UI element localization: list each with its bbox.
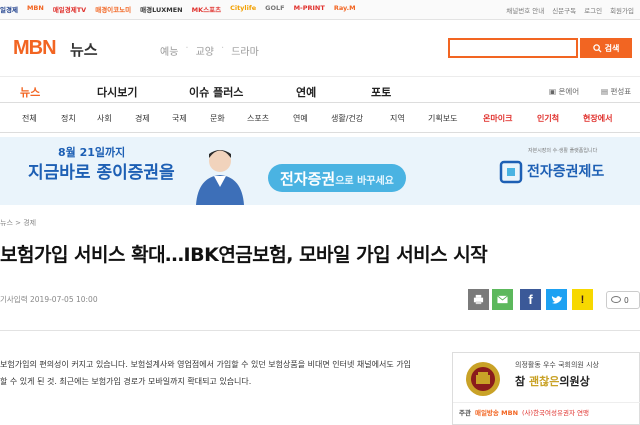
family-site-link[interactable]: 매일경제TV bbox=[53, 4, 86, 14]
subnav-region[interactable]: 지역 bbox=[390, 113, 405, 124]
subnav-all[interactable]: 전체 bbox=[22, 113, 37, 124]
service-entertain[interactable]: 예능 bbox=[160, 43, 178, 58]
nav-entertainment[interactable]: 연예 bbox=[296, 84, 316, 100]
comment-count: 0 bbox=[624, 295, 629, 305]
award-ad[interactable]: 의정활동 우수 국회의원 시상 참 괜찮은의원상 주관 매일방송 MBN (사)… bbox=[452, 352, 640, 425]
ad-host-label: 주관 bbox=[459, 408, 471, 417]
meta-time: 2019-07-05 10:00 bbox=[30, 295, 98, 304]
subscribe-link[interactable]: 신문구독 bbox=[552, 5, 576, 15]
facebook-share-button[interactable]: f bbox=[520, 289, 541, 310]
divider bbox=[0, 330, 640, 331]
subnav-on-mic[interactable]: 온마이크 bbox=[483, 113, 512, 124]
subnav-sports[interactable]: 스포츠 bbox=[247, 113, 269, 124]
schedule-link[interactable]: ▤ 편성표 bbox=[601, 86, 631, 97]
banner-pill-sub: 으로 바꾸세요 bbox=[335, 176, 394, 187]
article-meta: 기사입력 2019-07-05 10:00 bbox=[0, 294, 98, 305]
subnav-world[interactable]: 국제 bbox=[172, 113, 187, 124]
mail-icon bbox=[497, 295, 508, 304]
ad-title: 참 괜찮은의원상 bbox=[515, 373, 590, 389]
news-logo-label[interactable]: 뉴스 bbox=[70, 39, 98, 60]
family-site-link[interactable]: GOLF bbox=[265, 4, 284, 14]
banner-headline: 지금바로 종이증권을 bbox=[28, 163, 175, 183]
signup-link[interactable]: 회원가입 bbox=[610, 5, 634, 15]
family-site-link[interactable]: 일경제 bbox=[0, 4, 18, 14]
kakao-icon: ! bbox=[580, 293, 585, 306]
meta-label: 기사입력 bbox=[0, 295, 28, 304]
search-input[interactable] bbox=[448, 38, 578, 58]
family-site-link[interactable]: 매경이코노미 bbox=[95, 4, 131, 14]
family-sites: 일경제 MBN 매일경제TV 매경이코노미 매경LUXMEN MK스포츠 Citylife G… bbox=[0, 4, 356, 14]
search-icon bbox=[592, 43, 602, 53]
search-button[interactable]: 검색 bbox=[580, 38, 632, 58]
banner-logo-text: 전자증권제도 bbox=[527, 164, 605, 180]
esecurities-logo-icon bbox=[499, 160, 523, 184]
subnav-life-health[interactable]: 생활/건강 bbox=[331, 113, 363, 124]
ad-banner[interactable]: 8월 21일까지 지금바로 종이증권을 전자증권으로 바꾸세요 자본시장의 수·… bbox=[0, 137, 640, 205]
family-site-link[interactable]: Ray.M bbox=[334, 4, 356, 14]
login-link[interactable]: 로그인 bbox=[584, 5, 602, 15]
family-site-link[interactable]: 매경LUXMEN bbox=[140, 4, 183, 14]
comment-icon bbox=[611, 296, 621, 303]
nav-replay[interactable]: 다시보기 bbox=[97, 84, 137, 100]
tv-icon: ▣ bbox=[549, 87, 557, 96]
subnav-popular[interactable]: 인기척 bbox=[537, 113, 559, 124]
article-body: 보험가입의 편의성이 커지고 있습니다. 보험설계사와 영업점에서 가입할 수 … bbox=[0, 360, 411, 386]
subnav-culture[interactable]: 문화 bbox=[210, 113, 225, 124]
family-site-link[interactable]: M-PRINT bbox=[294, 4, 325, 14]
search-button-label: 검색 bbox=[604, 43, 620, 53]
comment-button[interactable]: 0 bbox=[606, 291, 640, 309]
banner-person-image bbox=[196, 150, 244, 205]
family-site-link[interactable]: MK스포츠 bbox=[192, 4, 221, 14]
ad-title-suffix: 의원상 bbox=[559, 375, 590, 388]
subnav-entertainment[interactable]: 연예 bbox=[293, 113, 308, 124]
ad-host-league: (사)한국여성유권자 연맹 bbox=[522, 408, 589, 417]
article-headline: 보험가입 서비스 확대…IBK연금보험, 모바일 가입 서비스 시작 bbox=[0, 244, 488, 266]
sub-nav: 전체 정치 사회 경제 국제 문화 스포츠 연예 생활/건강 지역 기획보도 온… bbox=[0, 103, 640, 133]
facebook-icon: f bbox=[528, 292, 533, 307]
kakaostory-share-button[interactable]: ! bbox=[572, 289, 593, 310]
main-nav: 뉴스 다시보기 이슈 플러스 연예 포토 ▣ 온에어 ▤ 편성표 bbox=[0, 76, 640, 103]
nav-issue-plus[interactable]: 이슈 플러스 bbox=[189, 84, 243, 100]
channel-info-link[interactable]: 채널번호 안내 bbox=[506, 5, 544, 15]
separator-dot: · bbox=[221, 43, 225, 54]
mbn-logo[interactable]: MBN bbox=[13, 37, 57, 60]
ad-hosts: 주관 매일방송 MBN (사)한국여성유권자 연맹 bbox=[453, 402, 640, 420]
email-share-button[interactable] bbox=[492, 289, 513, 310]
subnav-politics[interactable]: 정치 bbox=[61, 113, 76, 124]
onair-label: 온에어 bbox=[558, 87, 580, 96]
ad-host-mbn: 매일방송 MBN bbox=[474, 408, 519, 417]
subnav-economy[interactable]: 경제 bbox=[135, 113, 150, 124]
twitter-icon bbox=[551, 295, 562, 304]
breadcrumb[interactable]: 뉴스 > 경제 bbox=[0, 218, 36, 228]
nav-photo[interactable]: 포토 bbox=[371, 84, 391, 100]
family-site-link[interactable]: MBN bbox=[27, 4, 44, 14]
ad-title-mid: 괜찮은 bbox=[528, 375, 560, 388]
ad-title-prefix: 참 bbox=[515, 375, 526, 388]
print-button[interactable] bbox=[468, 289, 489, 310]
separator-dot: · bbox=[185, 43, 189, 54]
banner-pill: 전자증권으로 바꾸세요 bbox=[268, 164, 406, 192]
family-site-link[interactable]: Citylife bbox=[230, 4, 256, 14]
util-links: 채널번호 안내 신문구독 로그인 회원가입 bbox=[506, 5, 634, 15]
nav-news[interactable]: 뉴스 bbox=[20, 84, 40, 100]
service-drama[interactable]: 드라마 bbox=[231, 43, 259, 58]
schedule-label: 편성표 bbox=[610, 87, 632, 96]
subnav-society[interactable]: 사회 bbox=[97, 113, 112, 124]
subnav-on-site[interactable]: 현장에서 bbox=[583, 113, 612, 124]
print-icon bbox=[473, 294, 484, 305]
service-culture[interactable]: 교양 bbox=[196, 43, 214, 58]
banner-caption: 자본시장의 수·생활 플랫폼입니다 bbox=[528, 148, 598, 154]
banner-pill-main: 전자증권 bbox=[280, 170, 336, 188]
family-bar: 일경제 MBN 매일경제TV 매경이코노미 매경LUXMEN MK스포츠 Citylife G… bbox=[0, 0, 640, 20]
service-links: 예능 · 교양 · 드라마 bbox=[160, 43, 259, 58]
onair-link[interactable]: ▣ 온에어 bbox=[549, 86, 579, 97]
site-header: MBN 뉴스 예능 · 교양 · 드라마 검색 bbox=[0, 20, 640, 75]
twitter-share-button[interactable] bbox=[546, 289, 567, 310]
schedule-icon: ▤ bbox=[601, 87, 609, 96]
seal-icon bbox=[466, 362, 500, 396]
subnav-special[interactable]: 기획보도 bbox=[428, 113, 457, 124]
ad-subtitle: 의정활동 우수 국회의원 시상 bbox=[515, 361, 599, 369]
